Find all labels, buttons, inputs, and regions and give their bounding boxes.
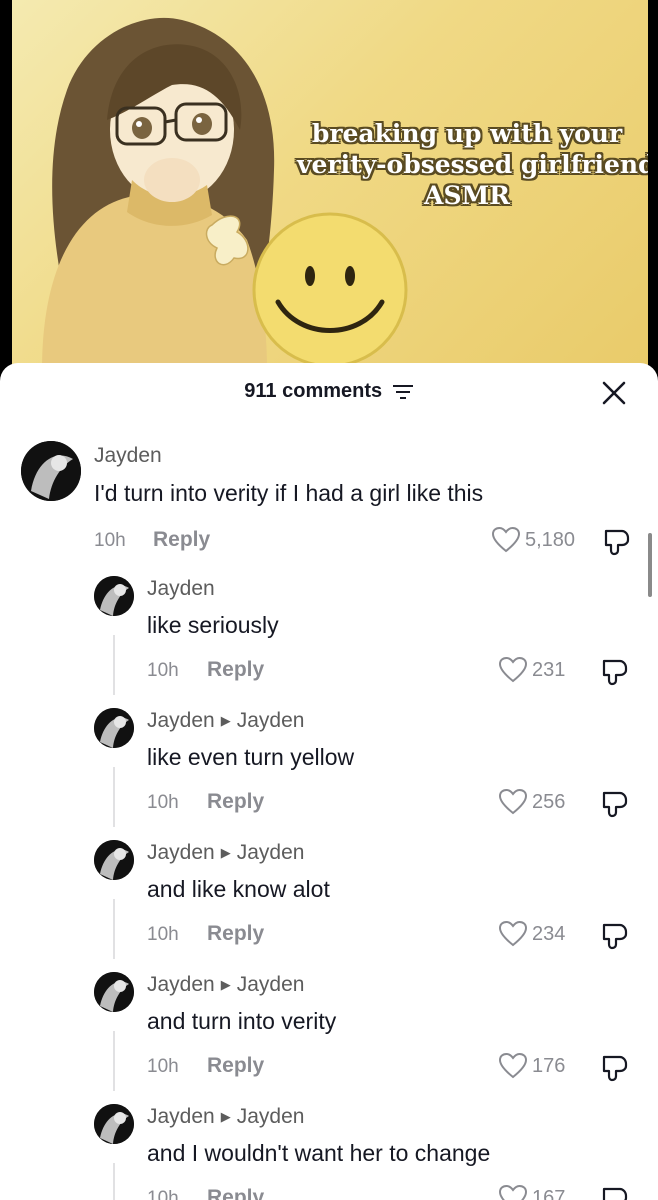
comment-time: 10h (147, 1056, 179, 1077)
comment-count-label: 911 comments (244, 380, 383, 403)
reply-button[interactable]: Reply (207, 1054, 264, 1078)
comment-author[interactable]: Jayden (147, 841, 215, 864)
video-title-line: breaking up with your (311, 119, 623, 148)
avatar[interactable] (94, 1104, 134, 1144)
comment-text: and turn into verity (147, 1008, 337, 1034)
heart-icon (498, 1052, 528, 1079)
comment-time: 10h (94, 530, 126, 551)
filter-icon[interactable] (392, 384, 414, 400)
avatar[interactable] (94, 840, 134, 880)
comments-sheet: 911 comments Jayden I'd turn into verity… (0, 363, 658, 1200)
comment-author[interactable]: Jayden (147, 1105, 215, 1128)
comment-username[interactable]: Jayden (147, 577, 215, 601)
reply-arrow-icon: ▶ (220, 713, 231, 728)
video-thumbnail: breaking up with your verity-obsessed gi… (12, 0, 648, 370)
reply-button[interactable]: Reply (207, 922, 264, 946)
comment-time: 10h (147, 660, 179, 681)
dislike-icon[interactable] (602, 528, 632, 556)
comment-text: like even turn yellow (147, 744, 355, 770)
reply-to-user[interactable]: Jayden (237, 841, 305, 864)
heart-icon (491, 526, 521, 553)
reply-button[interactable]: Reply (207, 1186, 264, 1200)
comment-reply-item: Jayden ▶ Jayden like even turn yellow 10h … (0, 703, 658, 835)
heart-icon (498, 920, 528, 947)
heart-icon (498, 788, 528, 815)
reply-to-user[interactable]: Jayden (237, 1105, 305, 1128)
like-button[interactable]: 176 (498, 1052, 565, 1080)
comment-username[interactable]: Jayden ▶ Jayden (147, 973, 304, 997)
reply-arrow-icon: ▶ (220, 977, 231, 992)
comment-text: like seriously (147, 612, 279, 638)
comment-time: 10h (147, 792, 179, 813)
reply-button[interactable]: Reply (153, 528, 210, 552)
video-title: breaking up with your verity-obsessed gi… (297, 118, 648, 211)
avatar[interactable] (94, 576, 134, 616)
comment-reply-item: Jayden ▶ Jayden and like know alot 10h Rep… (0, 835, 658, 967)
like-count: 176 (532, 1054, 566, 1077)
video-title-line: verity-obsessed girlfriend (297, 150, 648, 179)
like-count: 256 (532, 790, 566, 813)
comment-author[interactable]: Jayden (147, 973, 215, 996)
comment-text: and like know alot (147, 876, 330, 902)
like-button[interactable]: 5,180 (491, 526, 575, 554)
like-button[interactable]: 234 (498, 920, 565, 948)
dislike-icon[interactable] (600, 922, 630, 950)
video-title-line: ASMR (424, 181, 510, 210)
dislike-icon[interactable] (600, 1054, 630, 1082)
comment-username[interactable]: Jayden ▶ Jayden (147, 841, 304, 865)
like-button[interactable]: 231 (498, 656, 565, 684)
like-button[interactable]: 256 (498, 788, 565, 816)
like-count: 5,180 (525, 528, 576, 551)
comments-header: 911 comments (0, 363, 658, 423)
comment-item: Jayden I'd turn into verity if I had a g… (0, 435, 658, 567)
comment-reply-item: Jayden ▶ Jayden and turn into verity 10h R… (0, 967, 658, 1099)
like-count: 234 (532, 922, 566, 945)
comment-author[interactable]: Jayden (147, 709, 215, 732)
comment-text: and I wouldn't want her to change (147, 1140, 491, 1166)
comment-count[interactable]: 911 comments (0, 380, 658, 403)
close-icon[interactable] (600, 379, 628, 407)
reply-button[interactable]: Reply (207, 658, 264, 682)
comment-username[interactable]: Jayden (94, 444, 162, 468)
like-count: 231 (532, 658, 566, 681)
avatar[interactable] (94, 972, 134, 1012)
comment-time: 10h (147, 1188, 179, 1200)
heart-icon (498, 656, 528, 683)
comment-username[interactable]: Jayden ▶ Jayden (147, 709, 304, 733)
avatar[interactable] (94, 708, 134, 748)
reply-arrow-icon: ▶ (220, 1109, 231, 1124)
comment-time: 10h (147, 924, 179, 945)
dislike-icon[interactable] (600, 790, 630, 818)
heart-icon (498, 1184, 528, 1200)
reply-to-user[interactable]: Jayden (237, 973, 305, 996)
smiley-face-icon (252, 212, 408, 368)
dislike-icon[interactable] (600, 658, 630, 686)
comment-username[interactable]: Jayden ▶ Jayden (147, 1105, 304, 1129)
reply-button[interactable]: Reply (207, 790, 264, 814)
reply-arrow-icon: ▶ (220, 845, 231, 860)
dislike-icon[interactable] (600, 1186, 630, 1200)
comment-reply-item: Jayden ▶ Jayden and I wouldn't want her to… (0, 1099, 658, 1200)
like-button[interactable]: 167 (498, 1184, 565, 1200)
comment-reply-item: Jayden like seriously 10h Reply 231 (0, 571, 658, 703)
comment-text: I'd turn into verity if I had a girl lik… (94, 480, 484, 506)
avatar[interactable] (21, 441, 81, 501)
reply-to-user[interactable]: Jayden (237, 709, 305, 732)
video-player[interactable]: breaking up with your verity-obsessed gi… (0, 0, 658, 380)
like-count: 167 (532, 1186, 566, 1200)
